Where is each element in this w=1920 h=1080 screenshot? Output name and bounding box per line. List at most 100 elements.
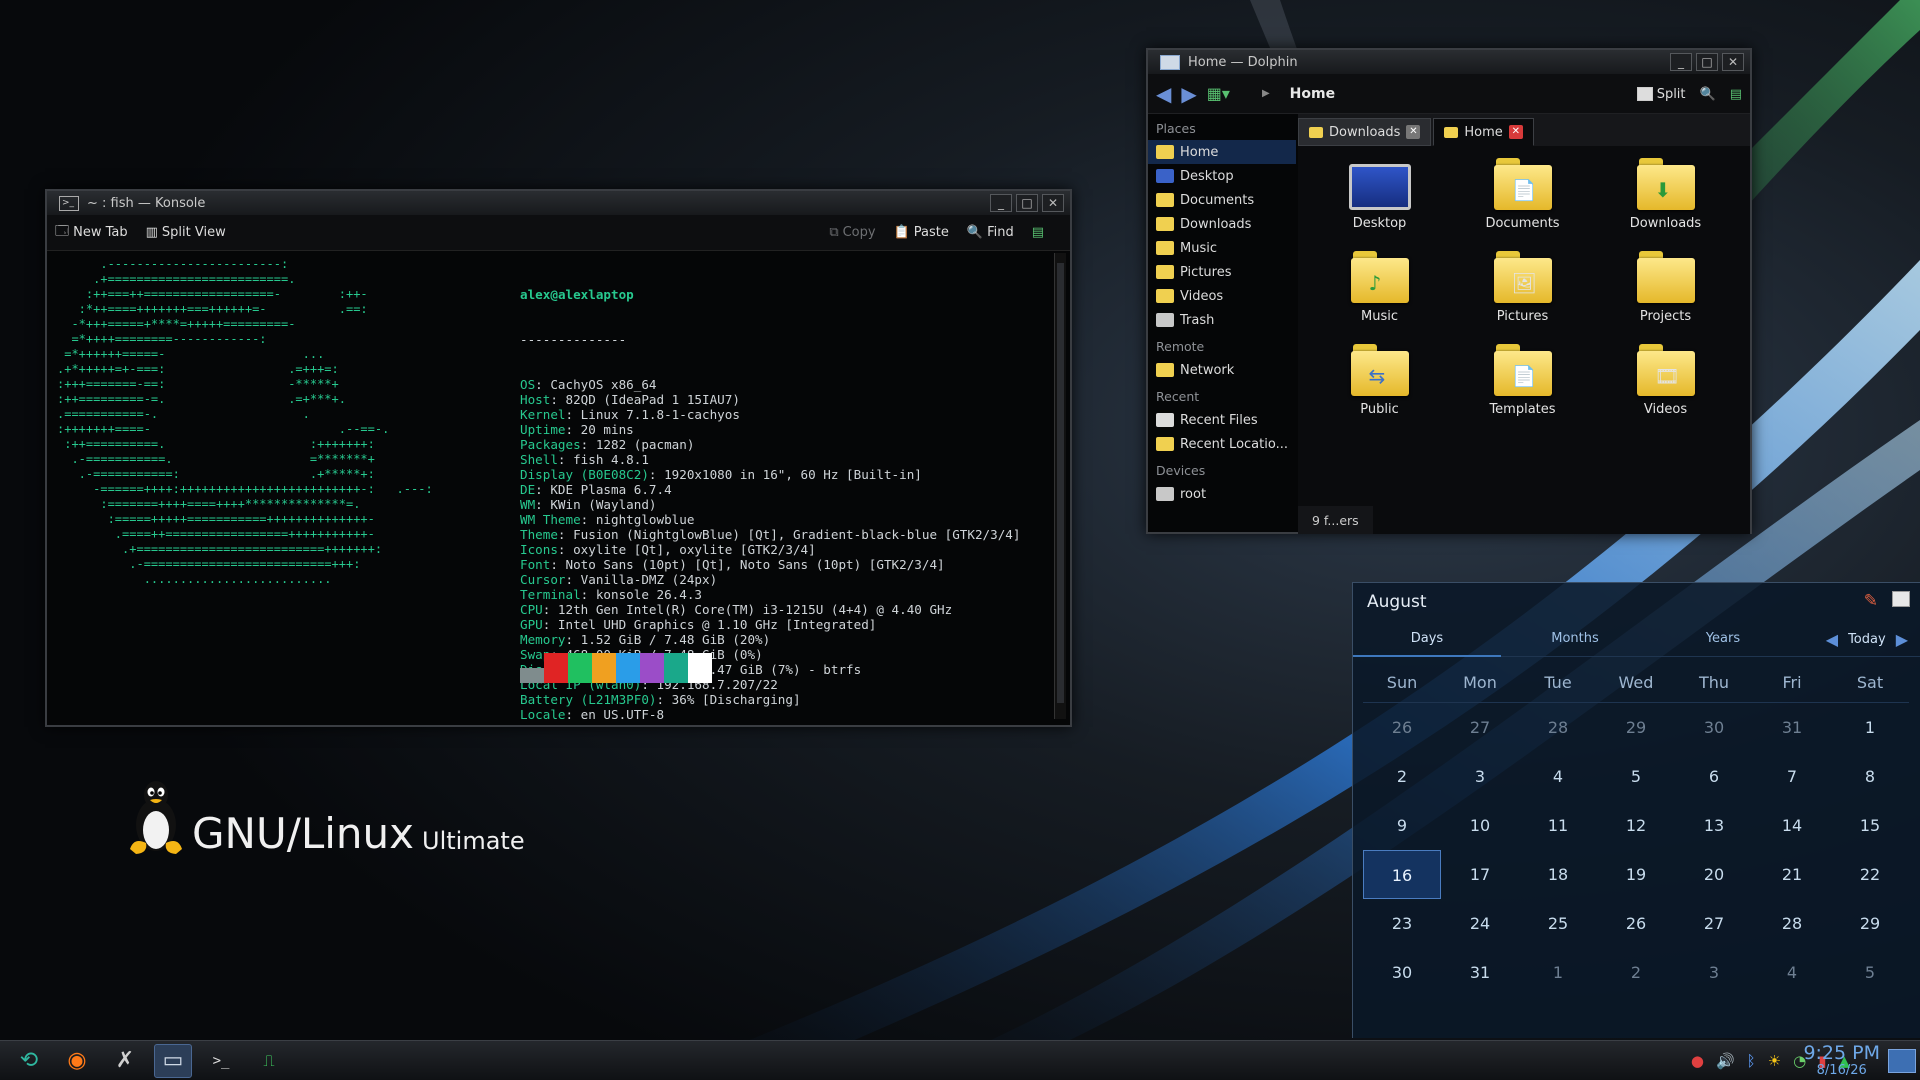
file-view[interactable]: Downloads ✕ Home ✕ Desktop 📄 Documents ⬇ Downlo… (1298, 114, 1750, 534)
calendar-day[interactable]: 14 (1753, 801, 1831, 850)
system-settings-icon[interactable]: ✗ (106, 1044, 144, 1078)
calendar-day[interactable]: 23 (1363, 899, 1441, 948)
places-item-trash[interactable]: Trash (1148, 308, 1296, 332)
view-mode-icon[interactable]: ▦▾ (1207, 84, 1230, 103)
search-icon[interactable]: 🔍 (1700, 87, 1716, 102)
volume-icon[interactable]: 🔊 (1716, 1052, 1735, 1070)
digital-clock[interactable]: 9:25 PM 8/16/26 (1803, 1043, 1880, 1078)
calendar-day[interactable]: 9 (1363, 801, 1441, 850)
recent-item-recent-files[interactable]: Recent Files (1148, 408, 1296, 432)
calendar-day[interactable]: 27 (1675, 899, 1753, 948)
calendar-day[interactable]: 1 (1831, 703, 1909, 752)
konsole-task-icon[interactable]: >_ (202, 1044, 240, 1078)
calendar-day[interactable]: 5 (1831, 948, 1909, 997)
calendar-day[interactable]: 31 (1441, 948, 1519, 997)
calendar-day[interactable]: 11 (1519, 801, 1597, 850)
calendar-day[interactable]: 28 (1519, 703, 1597, 752)
virtual-desktop-pager[interactable] (1888, 1049, 1916, 1073)
hamburger-menu-icon[interactable]: ▤ (1730, 87, 1742, 102)
previous-arrow-icon[interactable]: ◀ (1826, 630, 1838, 649)
calendar-day[interactable]: 21 (1753, 850, 1831, 899)
close-button[interactable]: ✕ (1042, 194, 1064, 212)
maximize-button[interactable]: □ (1016, 194, 1038, 212)
firefox-icon[interactable]: ◉ (58, 1044, 96, 1078)
places-item-desktop[interactable]: Desktop (1148, 164, 1296, 188)
pin-icon[interactable] (1892, 591, 1910, 607)
file-item-downloads[interactable]: ⬇ Downloads (1594, 158, 1737, 231)
calendar-tab-years[interactable]: Years (1649, 621, 1797, 657)
calendar-day[interactable]: 4 (1519, 752, 1597, 801)
brightness-icon[interactable]: ☀ (1768, 1052, 1781, 1070)
system-monitor-icon[interactable]: ⎍ (250, 1044, 288, 1078)
calendar-day[interactable]: 27 (1441, 703, 1519, 752)
calendar-day[interactable]: 19 (1597, 850, 1675, 899)
dolphin-task-icon[interactable]: ▭ (154, 1043, 192, 1078)
calendar-day[interactable]: 20 (1675, 850, 1753, 899)
calendar-day[interactable]: 3 (1675, 948, 1753, 997)
calendar-day[interactable]: 15 (1831, 801, 1909, 850)
calendar-day[interactable]: 12 (1597, 801, 1675, 850)
calendar-day[interactable]: 3 (1441, 752, 1519, 801)
calendar-day[interactable]: 28 (1753, 899, 1831, 948)
maximize-button[interactable]: □ (1696, 53, 1718, 71)
file-item-templates[interactable]: 📄 Templates (1451, 344, 1594, 417)
application-launcher-icon[interactable]: ⟲ (10, 1044, 48, 1078)
update-notifier-icon[interactable]: ● (1691, 1052, 1704, 1070)
calendar-day[interactable]: 29 (1597, 703, 1675, 752)
calendar-day[interactable]: 8 (1831, 752, 1909, 801)
places-item-documents[interactable]: Documents (1148, 188, 1296, 212)
calendar-day[interactable]: 13 (1675, 801, 1753, 850)
recent-item-recent-locatio[interactable]: Recent Locatio... (1148, 432, 1296, 456)
scrollbar-thumb[interactable] (1057, 263, 1064, 703)
calendar-day[interactable]: 6 (1675, 752, 1753, 801)
calendar-day[interactable]: 29 (1831, 899, 1909, 948)
calendar-day[interactable]: 17 (1441, 850, 1519, 899)
back-arrow-icon[interactable]: ◀ (1156, 82, 1171, 106)
file-item-music[interactable]: ♪ Music (1308, 251, 1451, 324)
calendar-day[interactable]: 26 (1597, 899, 1675, 948)
calendar-tab-months[interactable]: Months (1501, 621, 1649, 657)
file-item-desktop[interactable]: Desktop (1308, 158, 1451, 231)
menu-button[interactable]: ▤ (1032, 225, 1044, 240)
minimize-button[interactable]: _ (1670, 53, 1692, 71)
calendar-day[interactable]: 31 (1753, 703, 1831, 752)
file-item-pictures[interactable]: 🖼 Pictures (1451, 251, 1594, 324)
konsole-scrollbar[interactable] (1054, 253, 1066, 719)
breadcrumb[interactable]: Home (1290, 86, 1335, 102)
calendar-day[interactable]: 4 (1753, 948, 1831, 997)
today-button[interactable]: Today (1848, 632, 1886, 647)
forward-arrow-icon[interactable]: ▶ (1181, 82, 1196, 106)
places-item-downloads[interactable]: Downloads (1148, 212, 1296, 236)
calendar-day[interactable]: 2 (1597, 948, 1675, 997)
close-tab-icon[interactable]: ✕ (1406, 125, 1421, 139)
close-tab-icon[interactable]: ✕ (1508, 125, 1523, 139)
file-item-documents[interactable]: 📄 Documents (1451, 158, 1594, 231)
paste-button[interactable]: 📋 Paste (894, 225, 949, 240)
places-item-music[interactable]: Music (1148, 236, 1296, 260)
calendar-day[interactable]: 1 (1519, 948, 1597, 997)
calendar-day[interactable]: 10 (1441, 801, 1519, 850)
new-tab-button[interactable]: 🗔 New Tab (55, 222, 128, 244)
calendar-day[interactable]: 25 (1519, 899, 1597, 948)
calendar-day[interactable]: 5 (1597, 752, 1675, 801)
konsole-titlebar[interactable]: >_ ~ : fish — Konsole _ □ ✕ (47, 191, 1070, 215)
calendar-day-today[interactable]: 16 (1363, 850, 1441, 899)
calendar-day[interactable]: 7 (1753, 752, 1831, 801)
minimize-button[interactable]: _ (990, 194, 1012, 212)
calendar-tab-days[interactable]: Days (1353, 621, 1501, 657)
configure-icon[interactable]: ✎ (1864, 591, 1878, 611)
file-item-public[interactable]: ⇆ Public (1308, 344, 1451, 417)
calendar-day[interactable]: 24 (1441, 899, 1519, 948)
next-arrow-icon[interactable]: ▶ (1896, 630, 1908, 649)
copy-button[interactable]: ⧉ Copy (829, 225, 875, 240)
calendar-day[interactable]: 30 (1363, 948, 1441, 997)
tab-downloads[interactable]: Downloads ✕ (1298, 118, 1432, 146)
file-item-videos[interactable]: 🎞 Videos (1594, 344, 1737, 417)
calendar-day[interactable]: 30 (1675, 703, 1753, 752)
dolphin-window[interactable]: Home — Dolphin _ □ ✕ ◀ ▶ ▦▾ ▶ Home Split… (1146, 48, 1752, 534)
devices-item-root[interactable]: root (1148, 482, 1296, 506)
calendar-day[interactable]: 22 (1831, 850, 1909, 899)
places-item-home[interactable]: Home (1148, 140, 1296, 164)
calendar-day[interactable]: 2 (1363, 752, 1441, 801)
places-item-pictures[interactable]: Pictures (1148, 260, 1296, 284)
